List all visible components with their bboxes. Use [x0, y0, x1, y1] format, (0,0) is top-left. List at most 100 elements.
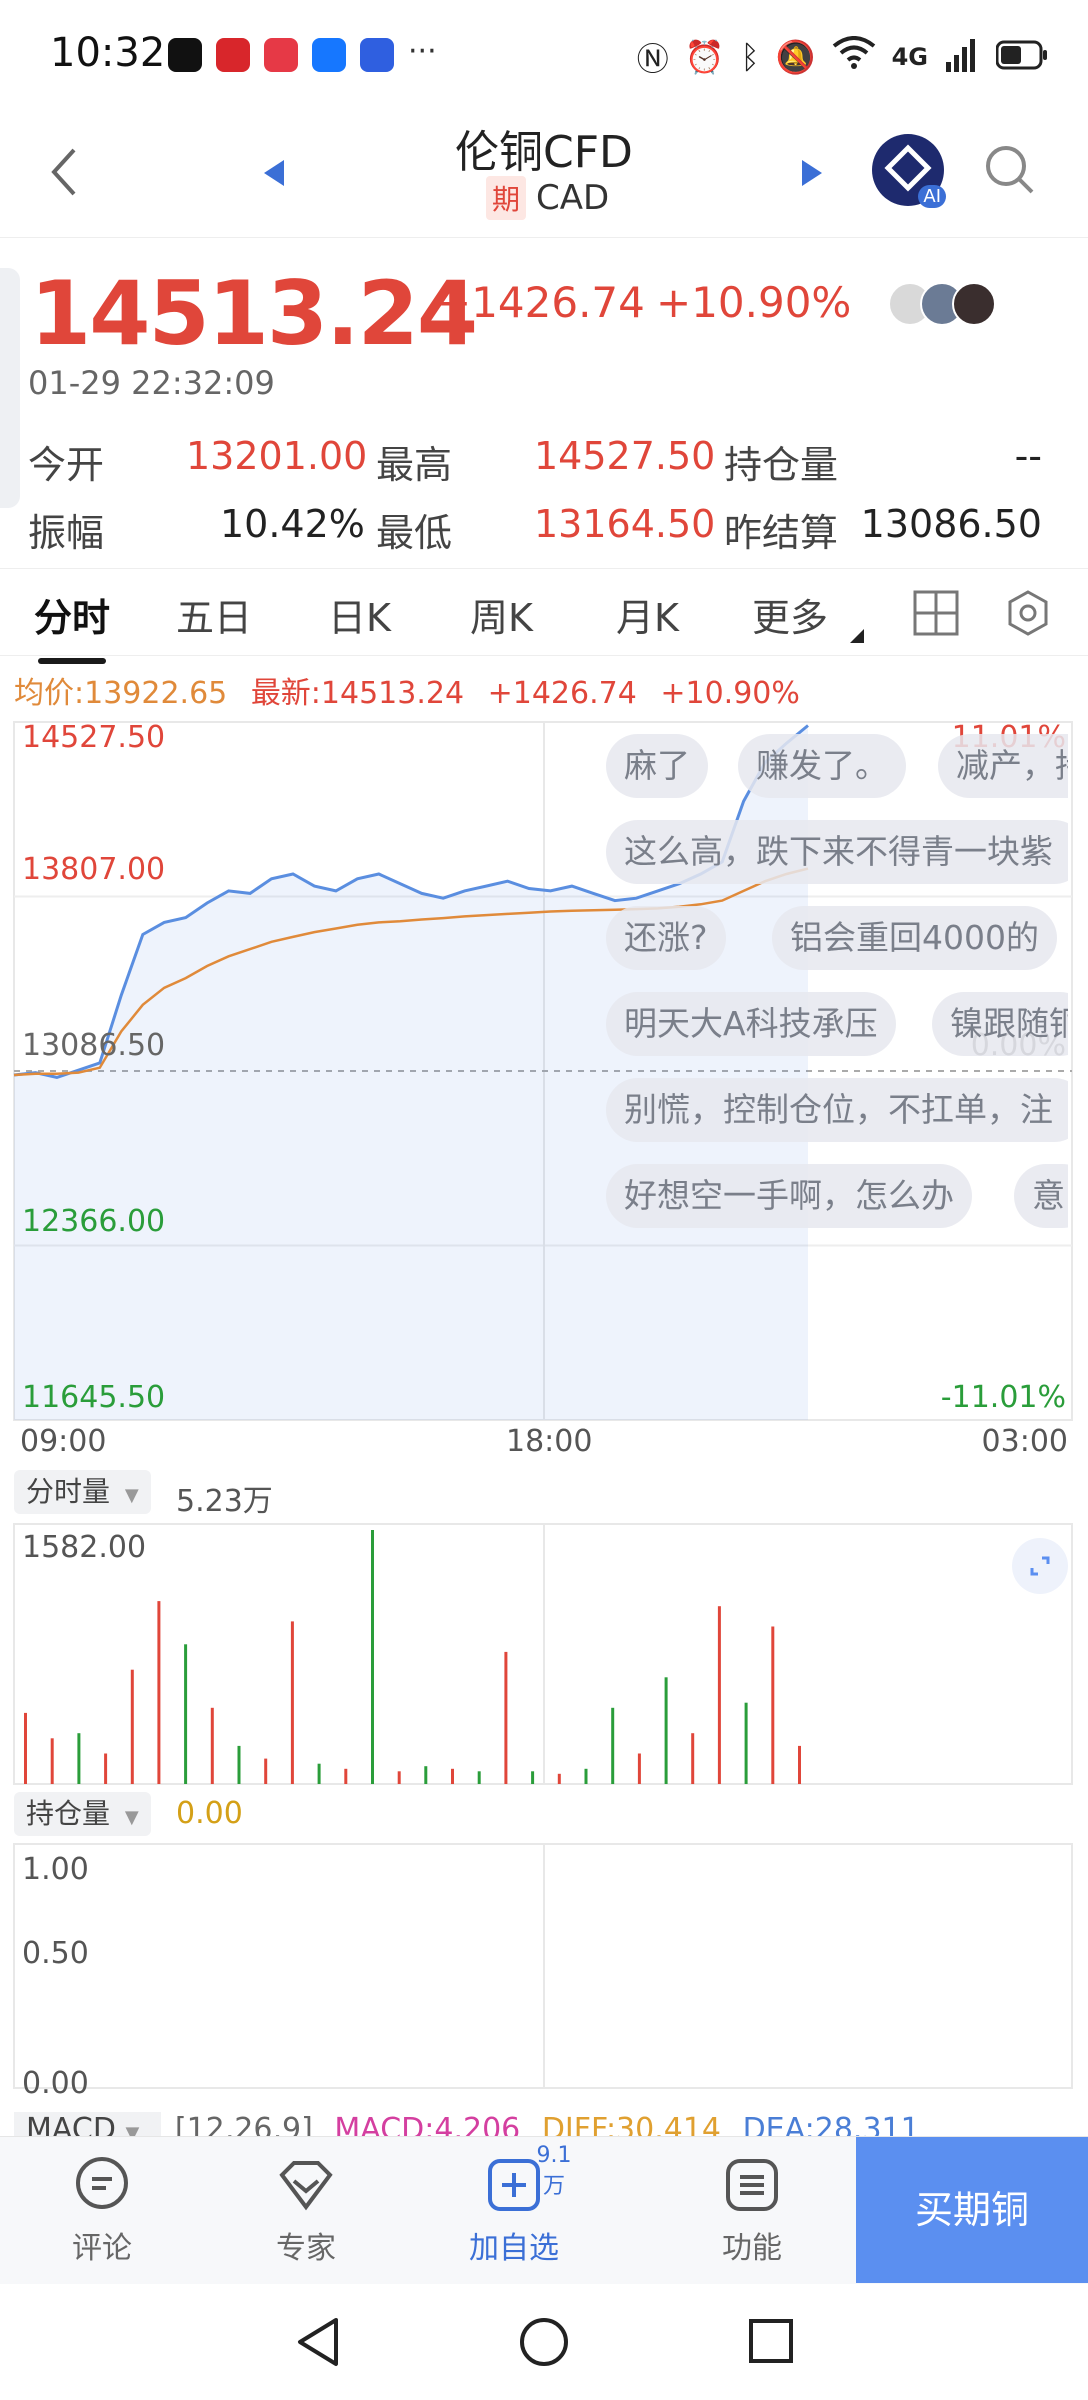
- price-change: +1426.74: [436, 278, 645, 327]
- volume-bar: [477, 1771, 481, 1784]
- functions-list-icon: [726, 2159, 778, 2211]
- y-tick-label: 11645.50: [22, 1380, 166, 1415]
- volume-bar: [104, 1753, 108, 1784]
- volume-bar: [130, 1669, 134, 1784]
- volume-bar: [210, 1707, 214, 1784]
- barrage-comment[interactable]: 减产，持: [938, 734, 1068, 798]
- oi-tick: 0.50: [22, 1936, 89, 1971]
- volume-bar: [290, 1621, 294, 1784]
- tab-five-day[interactable]: 五日: [176, 587, 252, 642]
- triangle-right-icon: [802, 160, 822, 186]
- volume-indicator-select[interactable]: 分时量 ▼: [14, 1470, 151, 1514]
- quote-datetime: 01-29 22:32:09: [28, 364, 275, 402]
- add-watchlist-button[interactable]: 加自选 9.1万: [454, 2143, 574, 2267]
- macd-indicator-select[interactable]: MACD ▼: [14, 2112, 161, 2136]
- back-triangle-icon[interactable]: [294, 2316, 342, 2368]
- expert-button[interactable]: 专家: [246, 2155, 366, 2267]
- alarm-icon: ⏰: [684, 38, 725, 76]
- volume-bar: [264, 1758, 268, 1784]
- settings-hexagon-icon: [1008, 590, 1048, 636]
- open-interest-chart[interactable]: [0, 1842, 1088, 2092]
- comment-icon: [76, 2157, 128, 2209]
- barrage-comment[interactable]: 麻了: [606, 734, 708, 798]
- barrage-comment[interactable]: 赚发了。: [738, 734, 906, 798]
- pct-tick-label: -11.01%: [940, 1380, 1066, 1415]
- diff-value: DIFF:30.414: [541, 2112, 722, 2136]
- comment-button[interactable]: 评论: [42, 2155, 162, 2267]
- tiktok-icon: [168, 38, 202, 72]
- macd-value: MACD:4.206: [334, 2112, 521, 2136]
- layout-grid-button[interactable]: [912, 589, 960, 641]
- dea-value: DEA:28.311: [742, 2112, 920, 2136]
- volume-bar: [664, 1677, 668, 1784]
- chart-settings-button[interactable]: [1004, 589, 1052, 641]
- status-time: 10:32: [50, 30, 166, 76]
- buy-label: 买期铜: [914, 2188, 1029, 2232]
- tab-weekly-k[interactable]: 周K: [470, 587, 533, 642]
- macd-params: [12,26,9]: [174, 2112, 313, 2136]
- search-button[interactable]: [984, 144, 1036, 200]
- volume-bar: [611, 1707, 615, 1784]
- stat-value: --: [1014, 434, 1042, 478]
- volume-bar: [184, 1644, 188, 1784]
- header-nav: 伦铜CFD 期 CAD AI: [0, 110, 1088, 238]
- volume-bar: [157, 1601, 161, 1784]
- subtitle-row: 期 CAD: [486, 176, 609, 220]
- ai-assistant-button[interactable]: AI: [872, 134, 946, 208]
- buy-futures-button[interactable]: 买期铜: [856, 2137, 1088, 2283]
- network-type-label: 4G: [891, 43, 928, 71]
- volume-chart[interactable]: [0, 1520, 1088, 1790]
- volume-bar: [371, 1530, 374, 1784]
- volume-bar: [691, 1733, 695, 1784]
- volume-bar: [584, 1768, 588, 1784]
- user-avatars[interactable]: [888, 282, 996, 326]
- next-contract-button[interactable]: [800, 158, 824, 192]
- volume-bar: [77, 1733, 81, 1784]
- dropdown-caret-icon: ▼: [124, 1485, 139, 1506]
- volume-bar: [557, 1773, 561, 1784]
- barrage-comment[interactable]: 还涨?: [606, 906, 726, 970]
- watch-count-badge: 9.1万: [536, 2143, 572, 2199]
- oi-label: 持仓量: [26, 1797, 111, 1830]
- price-change-pct: +10.90%: [656, 278, 852, 327]
- oi-tick: 1.00: [22, 1852, 89, 1887]
- volume-bar: [344, 1768, 348, 1784]
- x-tick-label: 03:00: [981, 1424, 1068, 1459]
- chart-period-tabs: 分时 五日 日K 周K 月K 更多: [0, 568, 1088, 664]
- barrage-comment[interactable]: 好想空一手啊，怎么办: [606, 1164, 972, 1228]
- barrage-comment[interactable]: 意: [1014, 1164, 1068, 1228]
- barrage-comment[interactable]: 别慌，控制仓位，不扛单，注: [606, 1078, 1068, 1142]
- tab-daily-k[interactable]: 日K: [328, 587, 391, 642]
- volume-bar: [50, 1738, 54, 1784]
- x-tick-label: 09:00: [20, 1424, 107, 1459]
- barrage-comment[interactable]: 明天大A科技承压: [606, 992, 896, 1056]
- expand-icon: [1030, 1556, 1050, 1576]
- expand-chart-button[interactable]: [1012, 1538, 1068, 1594]
- oi-tick: 0.00: [22, 2066, 89, 2101]
- oi-indicator-select[interactable]: 持仓量 ▼: [14, 1792, 151, 1836]
- x-tick-label: 18:00: [506, 1424, 593, 1459]
- functions-label: 功能: [722, 2231, 782, 2266]
- grid-icon: [913, 590, 959, 636]
- barrage-comment[interactable]: 铝会重回4000的: [772, 906, 1057, 970]
- barrage-comment[interactable]: 这么高，跌下来不得青一块紫: [606, 820, 1068, 884]
- macd-row: MACD ▼ [12,26,9] MACD:4.206 DIFF:30.414 …: [14, 2112, 920, 2136]
- y-tick-label: 14527.50: [22, 720, 166, 755]
- recents-square-icon[interactable]: [748, 2318, 794, 2364]
- home-circle-icon[interactable]: [518, 2316, 570, 2368]
- volume-value: 5.23万: [176, 1484, 273, 1519]
- functions-button[interactable]: 功能: [692, 2155, 812, 2267]
- futures-badge: 期: [486, 176, 527, 220]
- app-h-icon: [216, 38, 250, 72]
- oi-value: 0.00: [176, 1796, 243, 1831]
- stat-label: 振幅: [28, 511, 105, 555]
- system-navigation-bar: [0, 2284, 1088, 2400]
- barrage-comment[interactable]: 镍跟随铜: [932, 992, 1068, 1056]
- volume-bar: [397, 1771, 401, 1784]
- tab-more[interactable]: 更多: [752, 587, 828, 642]
- y-tick-label: 13086.50: [22, 1028, 166, 1063]
- tab-monthly-k[interactable]: 月K: [616, 587, 679, 642]
- volume-bar: [717, 1606, 721, 1784]
- baidu-icon: [360, 38, 394, 72]
- tab-intraday[interactable]: 分时: [34, 587, 110, 664]
